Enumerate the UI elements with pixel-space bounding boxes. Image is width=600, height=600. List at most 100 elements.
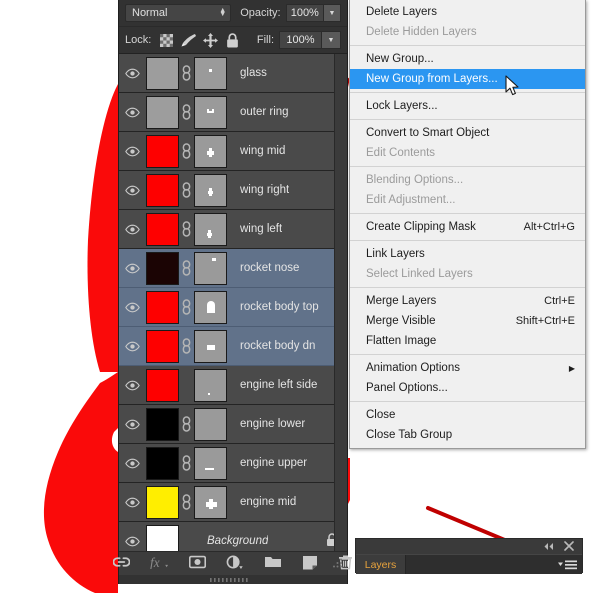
panel-scroll-gutter[interactable] — [334, 54, 347, 561]
close-icon[interactable] — [564, 538, 574, 556]
layer-row[interactable]: outer ring — [119, 93, 347, 132]
layer-mask-link[interactable] — [179, 221, 194, 237]
new-group-icon[interactable] — [264, 555, 282, 572]
layer-thumbnail[interactable] — [146, 290, 179, 324]
collapse-to-icons-icon[interactable] — [543, 538, 555, 556]
layer-mask-link[interactable] — [179, 455, 194, 471]
layer-mask-thumbnail[interactable] — [194, 134, 227, 168]
layer-visibility-toggle[interactable] — [119, 171, 146, 210]
layer-thumbnail[interactable] — [146, 134, 179, 168]
layer-thumbnail[interactable] — [146, 329, 179, 363]
layer-list[interactable]: glass outer ring wing mid wing right wing le… — [119, 54, 347, 561]
layer-thumbnail[interactable] — [146, 56, 179, 90]
layer-visibility-toggle[interactable] — [119, 93, 146, 132]
context-menu-item[interactable]: Lock Layers... — [350, 96, 585, 116]
layer-row[interactable]: rocket body dn — [119, 327, 347, 366]
layer-name[interactable]: engine upper — [240, 457, 307, 469]
layer-name[interactable]: engine left side — [240, 379, 317, 391]
context-menu-item[interactable]: Merge Visible Shift+Ctrl+E — [350, 311, 585, 331]
context-menu-item[interactable]: New Group... — [350, 49, 585, 69]
layer-visibility-toggle[interactable] — [119, 210, 146, 249]
layer-name[interactable]: rocket body dn — [240, 340, 315, 352]
layer-mask-thumbnail[interactable] — [194, 446, 227, 480]
layer-mask-thumbnail[interactable] — [194, 212, 227, 246]
layer-row[interactable]: wing left — [119, 210, 347, 249]
layer-mask-link[interactable] — [179, 299, 194, 315]
layer-visibility-toggle[interactable] — [119, 132, 146, 171]
layer-thumbnail[interactable] — [146, 251, 179, 285]
layer-visibility-toggle[interactable] — [119, 288, 146, 327]
layer-thumbnail[interactable] — [146, 95, 179, 129]
layer-row[interactable]: rocket nose — [119, 249, 347, 288]
blend-mode-select[interactable]: Normal ▲ ▼ — [125, 4, 232, 22]
layer-mask-icon[interactable] — [188, 555, 207, 572]
layer-mask-thumbnail[interactable] — [194, 251, 227, 285]
layer-mask-link[interactable] — [179, 416, 194, 432]
layer-visibility-toggle[interactable] — [119, 483, 146, 522]
layer-thumbnail[interactable] — [146, 485, 179, 519]
panel-menu-button[interactable] — [554, 555, 582, 574]
layer-visibility-toggle[interactable] — [119, 366, 146, 405]
layer-row[interactable]: engine upper — [119, 444, 347, 483]
layer-row[interactable]: engine left side — [119, 366, 347, 405]
layer-thumbnail[interactable] — [146, 446, 179, 480]
layer-visibility-toggle[interactable] — [119, 327, 146, 366]
layer-row[interactable]: wing right — [119, 171, 347, 210]
layer-mask-link[interactable] — [179, 494, 194, 510]
layer-mask-thumbnail[interactable] — [194, 56, 227, 90]
layer-mask-link[interactable] — [179, 65, 194, 81]
layer-name[interactable]: engine lower — [240, 418, 305, 430]
layers-panel-context-menu[interactable]: Delete Layers Delete Hidden Layers New Gro… — [349, 0, 586, 449]
context-menu-item[interactable]: New Group from Layers... — [350, 69, 585, 89]
context-menu-item[interactable]: Delete Layers — [350, 2, 585, 22]
layer-mask-link[interactable] — [179, 260, 194, 276]
layer-mask-link[interactable] — [179, 338, 194, 354]
all-lock-icon[interactable] — [224, 32, 241, 49]
layer-thumbnail[interactable] — [146, 368, 179, 402]
layer-mask-link[interactable] — [179, 104, 194, 120]
layer-row[interactable]: wing mid — [119, 132, 347, 171]
context-menu-item[interactable]: Panel Options... — [350, 378, 585, 398]
layer-mask-thumbnail[interactable] — [194, 368, 227, 402]
layer-row[interactable]: glass — [119, 54, 347, 93]
context-menu-item[interactable]: Create Clipping Mask Alt+Ctrl+G — [350, 217, 585, 237]
opacity-dropdown-button[interactable]: ▼ — [324, 4, 341, 22]
link-layers-icon[interactable] — [112, 555, 131, 572]
opacity-input[interactable]: 100% — [285, 4, 324, 22]
layer-styles-fx-icon[interactable]: fx — [150, 555, 169, 572]
layer-mask-link[interactable] — [179, 143, 194, 159]
layer-mask-thumbnail[interactable] — [194, 95, 227, 129]
transparency-lock-icon[interactable] — [158, 32, 175, 49]
layer-row[interactable]: engine lower — [119, 405, 347, 444]
layer-thumbnail[interactable] — [146, 407, 179, 441]
layer-mask-thumbnail[interactable] — [194, 485, 227, 519]
new-layer-icon[interactable] — [302, 555, 318, 573]
layer-mask-thumbnail[interactable] — [194, 407, 227, 441]
layer-name[interactable]: rocket body top — [240, 301, 319, 313]
layer-thumbnail[interactable] — [146, 212, 179, 246]
brush-lock-icon[interactable] — [180, 32, 197, 49]
layer-visibility-toggle[interactable] — [119, 54, 146, 93]
layer-visibility-toggle[interactable] — [119, 249, 146, 288]
context-menu-item[interactable]: Flatten Image — [350, 331, 585, 351]
layer-thumbnail[interactable] — [146, 173, 179, 207]
fill-input[interactable]: 100% — [279, 31, 322, 49]
move-lock-icon[interactable] — [202, 32, 219, 49]
layer-visibility-toggle[interactable] — [119, 444, 146, 483]
context-menu-item[interactable]: Merge Layers Ctrl+E — [350, 291, 585, 311]
layer-name[interactable]: rocket nose — [240, 262, 299, 274]
layer-row[interactable]: engine mid — [119, 483, 347, 522]
layer-name[interactable]: glass — [240, 67, 267, 79]
layer-name[interactable]: Background — [207, 535, 268, 547]
context-menu-item[interactable]: Convert to Smart Object — [350, 123, 585, 143]
layer-mask-link[interactable] — [179, 182, 194, 198]
layer-mask-thumbnail[interactable] — [194, 173, 227, 207]
layer-mask-thumbnail[interactable] — [194, 329, 227, 363]
layer-mask-thumbnail[interactable] — [194, 290, 227, 324]
fill-dropdown-button[interactable]: ▼ — [322, 31, 341, 49]
context-menu-item[interactable]: Link Layers — [350, 244, 585, 264]
layer-name[interactable]: wing right — [240, 184, 289, 196]
context-menu-item[interactable]: Close Tab Group — [350, 425, 585, 445]
layer-name[interactable]: outer ring — [240, 106, 289, 118]
adjustment-layer-icon[interactable] — [226, 555, 244, 573]
